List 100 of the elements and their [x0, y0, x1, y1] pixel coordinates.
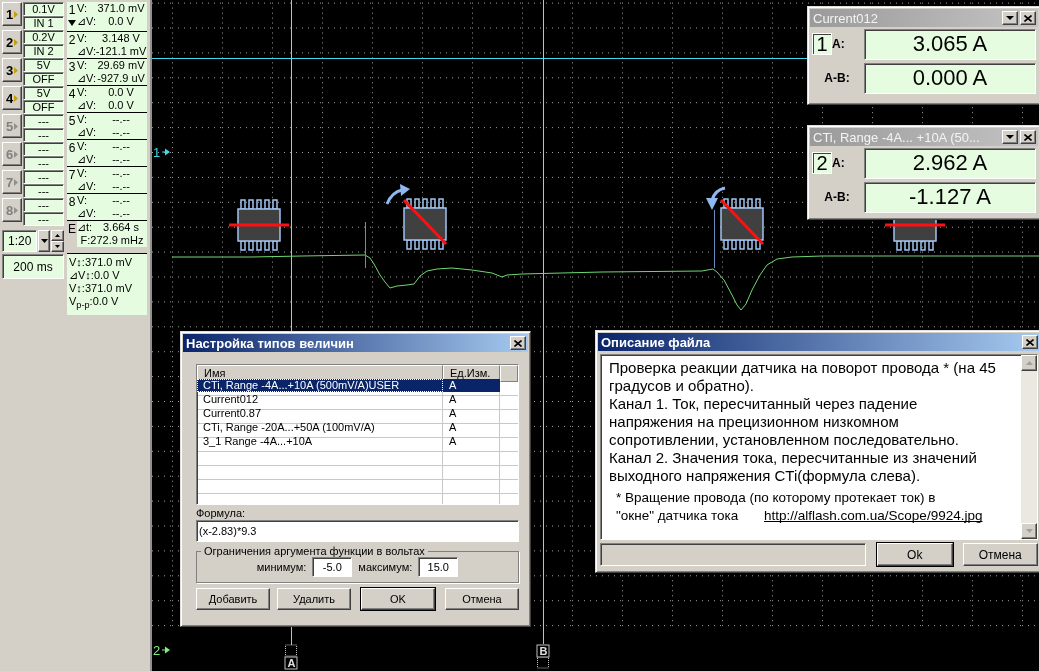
down-arrow-icon: [55, 245, 61, 248]
reading-value: 0.0 V: [107, 86, 135, 99]
value-display: 3.065 A: [864, 28, 1036, 60]
reading-value: --.--: [111, 167, 131, 180]
reading-value: -927.9 uV: [96, 72, 146, 85]
dropdown-button[interactable]: [38, 230, 51, 252]
channel-button[interactable]: 4: [2, 86, 22, 110]
triangle-icon: [14, 38, 19, 46]
input-display: ---: [23, 156, 64, 170]
reading-label: ⊿V:: [77, 126, 95, 139]
table-cell-text: A: [448, 407, 458, 420]
list-item[interactable]: CTi, Range -4A...+10A (500mV/A)USER: [197, 379, 443, 392]
range-display: ---: [23, 170, 64, 184]
list-item[interactable]: Current0.87: [197, 407, 443, 420]
list-item[interactable]: 3_1 Range -4A...+10A: [197, 435, 443, 448]
reading-value: --.--: [111, 140, 131, 153]
channel-number: 2: [812, 152, 832, 174]
channel-number: 4: [68, 87, 76, 101]
reading-label: ⊿V:: [77, 153, 95, 166]
scroll-down-button[interactable]: [1021, 523, 1037, 539]
reading-value: -121.1 mV: [95, 45, 147, 58]
minimum-field[interactable]: -5.0: [312, 557, 353, 577]
reading-label: ⊿V:: [77, 15, 95, 28]
dialog-button[interactable]: Отмена: [962, 543, 1038, 566]
channel-button[interactable]: 3: [2, 58, 22, 82]
link[interactable]: http://alflash.com.ua/Scope/9924.jpg: [742, 508, 983, 523]
description-text: Канал 2. Значения тока, пересчитанные из значений выходного напряжения CTi(формула слева).: [609, 449, 978, 485]
dropdown-button[interactable]: [1002, 130, 1018, 144]
field-label: максимум:: [358, 561, 413, 573]
range-display: 5V: [23, 86, 64, 100]
close-button[interactable]: [510, 336, 526, 350]
value-display: 0.000 A: [864, 62, 1036, 94]
triangle-icon: [14, 94, 19, 102]
caret-icon: [40, 239, 48, 243]
spike-line: [714, 209, 715, 269]
input-display: IN 2: [23, 44, 64, 58]
chip-drawing: [229, 199, 289, 251]
chip-drawing: [719, 198, 765, 250]
reading-label: V:: [77, 194, 88, 207]
channel-number: 6: [68, 141, 76, 155]
list-item[interactable]: CTi, Range -20A...+50A (100mV/A): [197, 421, 443, 434]
reading-label: ⊿t:: [77, 221, 94, 234]
scroll-up-button[interactable]: [1021, 355, 1037, 371]
reading-label: V:: [77, 113, 88, 126]
up-arrow-icon: [1025, 361, 1033, 365]
cursor-reading: V$_{p-p}$:0.0 V: [69, 295, 120, 313]
close-button[interactable]: [1020, 130, 1036, 144]
reading-value: 3.148 V: [101, 32, 141, 45]
range-display: 5V: [23, 58, 64, 72]
range-display: ---: [23, 114, 64, 128]
spin-up-button[interactable]: [51, 230, 64, 241]
reading-value: 0.0 V: [107, 15, 135, 28]
caret-icon: [1006, 15, 1014, 21]
reading-label: ⊿V:: [77, 180, 95, 193]
table-cell-text: A: [448, 435, 458, 448]
reading-label: ⊿V:: [77, 99, 95, 112]
range-display: ---: [23, 142, 64, 156]
channel-number: 2: [68, 33, 76, 47]
group-title: Ограничения аргумента функции в вольтах: [203, 545, 426, 557]
reading-label: ⊿V:: [77, 207, 95, 220]
curved-arrow-icon: [706, 186, 726, 210]
reading-label: V:: [77, 59, 88, 72]
dialog-button[interactable]: Удалить: [277, 588, 351, 610]
list-item[interactable]: Current012: [197, 393, 443, 406]
triangle-icon: [14, 206, 19, 214]
time-field[interactable]: 200 ms: [2, 254, 64, 279]
reading-label: V:: [77, 140, 88, 153]
dialog-button[interactable]: Отмена: [445, 588, 519, 610]
close-button[interactable]: [1020, 11, 1036, 25]
close-icon: [1024, 133, 1032, 141]
dialog-button[interactable]: Ok: [877, 543, 953, 566]
triangle-icon: [14, 122, 19, 130]
table-cell-text: A: [448, 393, 458, 406]
value-display: 2.962 A: [864, 147, 1036, 179]
input-display: OFF: [23, 72, 64, 86]
dropdown-button[interactable]: [1002, 11, 1018, 25]
dialog-button[interactable]: Добавить: [196, 588, 270, 610]
formula-field[interactable]: (x-2.83)*9.3: [196, 520, 519, 542]
channel-button[interactable]: 1: [2, 2, 22, 26]
close-icon: [1024, 14, 1032, 22]
reading-label: V:: [77, 167, 88, 180]
channel-button[interactable]: 2: [2, 30, 22, 54]
up-arrow-icon: [55, 234, 61, 237]
description-text: Проверка реакции датчика на поворот провода * (на 45 градусов и обратно).: [609, 359, 997, 395]
reading-value: 0.0 V: [107, 99, 135, 112]
maximum-field[interactable]: 15.0: [418, 557, 459, 577]
range-display: 0.1V: [23, 2, 64, 16]
reading-label: V:: [77, 86, 88, 99]
reading-value: 371.0 mV: [96, 2, 146, 15]
input-display: ---: [23, 212, 64, 226]
reading-value: --.--: [111, 207, 131, 220]
triangle-icon: [14, 150, 19, 158]
caret-icon: [1006, 134, 1014, 140]
reading-value: 3.664 s: [101, 221, 141, 234]
close-button[interactable]: [1022, 335, 1038, 349]
spin-down-button[interactable]: [51, 241, 64, 252]
dialog-button[interactable]: OK: [361, 588, 435, 610]
zoom-field[interactable]: 1:20: [2, 230, 38, 252]
window-title: Current012: [813, 10, 879, 26]
cursor-reading: ⊿V↕:0.0 V: [69, 269, 121, 282]
